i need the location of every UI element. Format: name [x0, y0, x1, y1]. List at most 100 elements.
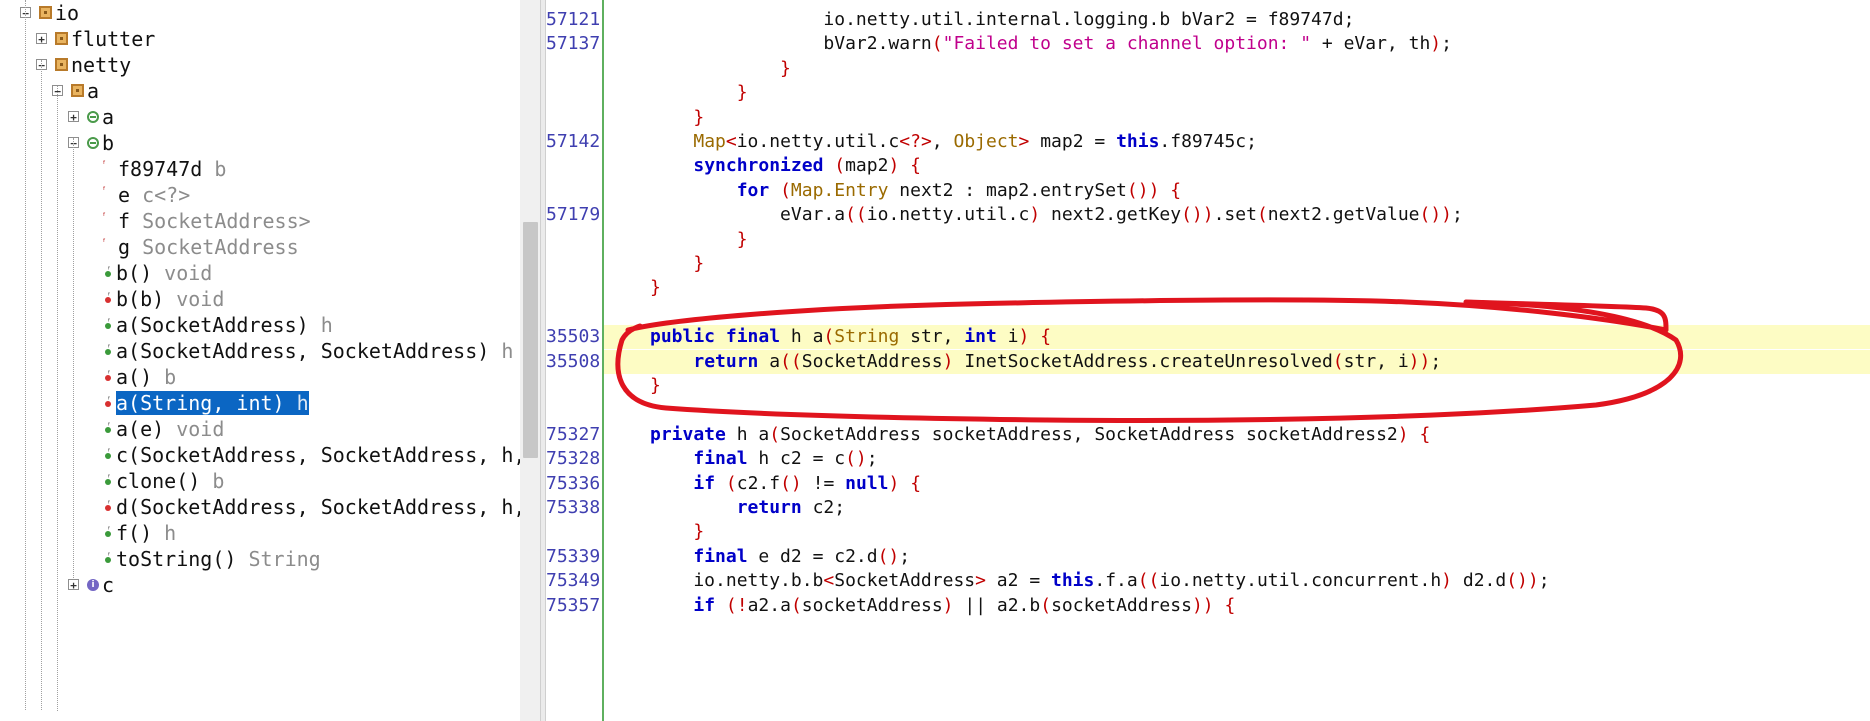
- code-token: ((: [780, 350, 802, 372]
- code-token: (: [1332, 350, 1344, 372]
- method-icon: ᶠ: [103, 421, 113, 436]
- package-icon: [55, 58, 68, 71]
- tree-guide-line: [73, 138, 74, 578]
- node-label-wrap: b(b) void: [116, 287, 224, 311]
- code-token: <: [725, 131, 737, 152]
- tree-node[interactable]: ic: [87, 569, 114, 600]
- class-icon: [87, 136, 99, 149]
- code-token: ;: [1452, 204, 1463, 226]
- expand-toggle[interactable]: +: [68, 111, 79, 123]
- code-line: }: [650, 106, 704, 130]
- node-label-wrap: a() b: [116, 365, 176, 389]
- node-name: g: [118, 234, 131, 259]
- node-name: netty: [71, 52, 132, 77]
- node-label-wrap: flutter: [71, 27, 155, 51]
- node-label-wrap: a(SocketAddress, SocketAddress) h: [116, 339, 513, 363]
- line-number: 35503: [546, 326, 600, 348]
- node-type: SocketAddress: [130, 234, 299, 259]
- node-label-wrap: toString() String: [116, 547, 321, 571]
- code-token: ;: [866, 448, 878, 470]
- node-type: c<?>: [130, 182, 191, 207]
- code-token: d2.d: [1452, 570, 1507, 592]
- node-label-wrap: g SocketAddress: [118, 235, 299, 259]
- package-icon: [71, 84, 84, 97]
- code-token: bVar2.warn: [650, 33, 932, 55]
- code-token: h c2 = c: [747, 448, 846, 470]
- code-token: public: [650, 326, 716, 348]
- code-line: }: [650, 374, 661, 398]
- code-token: io.netty.util.internal.logging.b bVar2 =…: [823, 9, 1355, 30]
- code-line: if (c2.f() != null) {: [650, 472, 921, 496]
- node-label-wrap: a(e) void: [116, 417, 224, 441]
- line-number: 57142: [546, 131, 600, 152]
- code-token: ): [888, 472, 900, 494]
- code-token: a: [758, 350, 781, 372]
- code-token: ()): [1419, 204, 1453, 226]
- code-token: ;: [1538, 570, 1550, 592]
- method-icon: ᶠ: [103, 499, 113, 514]
- code-token: SocketAddress: [801, 350, 943, 372]
- tree-node[interactable]: ᶠ toString() String: [103, 543, 321, 574]
- code-token: ): [1441, 570, 1453, 592]
- method-icon: ᶠ: [103, 551, 113, 566]
- node-type: SocketAddress>: [130, 208, 311, 233]
- code-token: }: [736, 228, 748, 250]
- code-editor[interactable]: 57121 57137 57142 57179 35503 35508 75327 75328…: [546, 0, 1870, 721]
- expand-toggle[interactable]: +: [68, 579, 79, 591]
- class-info-icon: i: [87, 578, 99, 591]
- node-name: c(SocketAddress, SocketAddress, h,: [116, 442, 526, 467]
- code-token: (!: [725, 594, 748, 616]
- code-line: bVar2.warn("Failed to set a channel opti…: [650, 32, 1452, 56]
- node-name: f(): [116, 520, 153, 545]
- node-label-wrap: f() h: [116, 521, 176, 545]
- code-token: socketAddress: [1051, 594, 1192, 616]
- code-token: return: [736, 497, 802, 518]
- tree-guide-line: [41, 60, 42, 710]
- method-icon: ᶠ: [103, 369, 113, 384]
- code-token: io.netty.util.c: [736, 131, 900, 152]
- code-token: .f.a: [1094, 570, 1138, 592]
- code-token: }: [693, 521, 705, 543]
- code-token: ): [1430, 33, 1442, 55]
- line-number: 57179: [546, 204, 600, 226]
- node-name: flutter: [71, 26, 156, 51]
- node-name: b(b): [116, 286, 165, 311]
- node-label-wrap: e c<?>: [118, 183, 190, 207]
- code-token: ): [942, 594, 954, 616]
- node-name: a: [87, 78, 100, 103]
- line-number: 75327: [546, 423, 600, 445]
- node-type: String: [236, 546, 321, 571]
- code-token: e d2 = c2.d: [747, 545, 878, 567]
- line-number: 75349: [546, 570, 600, 592]
- code-token: (: [834, 155, 846, 177]
- code-token: this: [1116, 131, 1160, 152]
- code-token: ): [942, 350, 954, 372]
- field-icon: ᶠ: [103, 237, 106, 248]
- node-type: b: [152, 364, 177, 389]
- selected-node-label: a(String, int) h: [116, 390, 309, 415]
- code-token: ): [1018, 326, 1030, 348]
- node-name: a(SocketAddress): [116, 312, 309, 337]
- code-token: SocketAddress socketAddress, SocketAddre…: [780, 423, 1398, 445]
- code-line: final h c2 = c();: [650, 447, 878, 471]
- code-token: }: [693, 253, 705, 274]
- expand-toggle[interactable]: +: [36, 33, 47, 45]
- node-label-wrap: a: [102, 105, 114, 129]
- node-label-wrap: b() void: [116, 261, 212, 285]
- line-number: 75336: [546, 472, 600, 494]
- tree-scrollbar-thumb[interactable]: [523, 222, 538, 458]
- node-name: io: [55, 0, 80, 25]
- code-token: "Failed to set a channel option: ": [942, 33, 1312, 55]
- code-line: synchronized (map2) {: [650, 154, 921, 178]
- node-name: d(SocketAddress, SocketAddress, h,: [116, 494, 526, 519]
- code-token: io.netty.util.c: [866, 204, 1030, 226]
